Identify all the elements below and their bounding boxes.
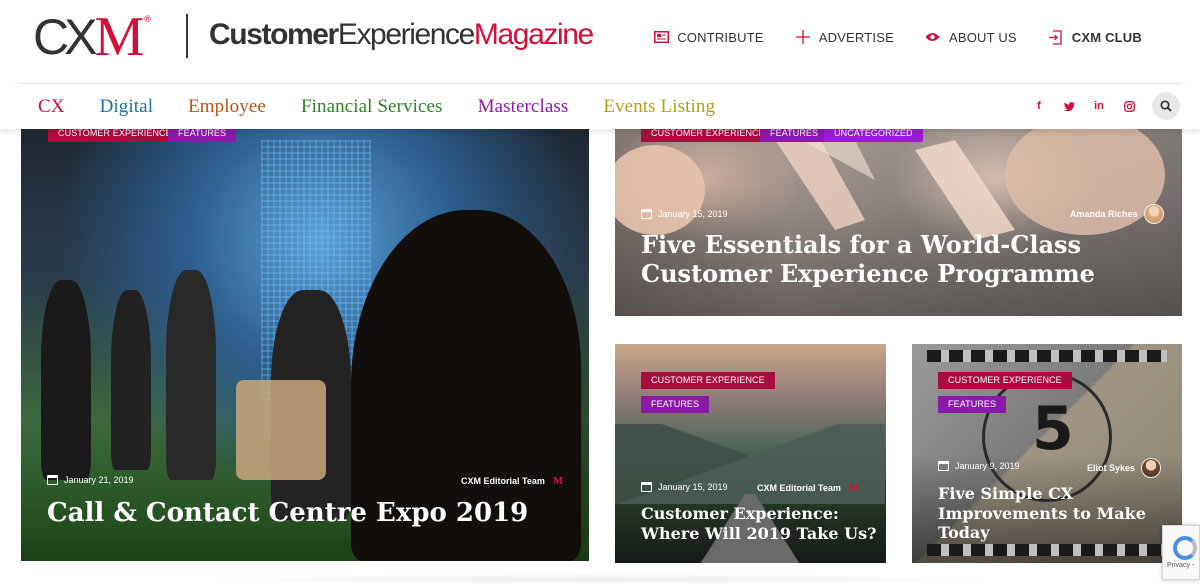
article-date: January 21, 2019 [47, 475, 134, 485]
article-title[interactable]: Customer Experience: Where Will 2019 Tak… [641, 504, 881, 543]
login-icon [1047, 28, 1065, 46]
page-bottom-shadow [190, 574, 1010, 585]
facebook-icon[interactable]: f [1024, 92, 1054, 120]
article-date: January 15, 2019 [641, 482, 728, 492]
calendar-icon [47, 475, 58, 485]
wordmark-magazine: Magazine [473, 18, 594, 51]
article-author[interactable]: Eliot Sykes [1087, 458, 1162, 478]
contribute-link[interactable]: CONTRIBUTE [652, 28, 764, 46]
logo-cx-text: CX [33, 9, 98, 65]
site-header: CX M ® CustomerExperienceMagazine CONTRI… [0, 0, 1200, 84]
recaptcha-badge[interactable]: Privacy - [1162, 525, 1200, 580]
search-button[interactable] [1152, 92, 1180, 120]
article-card-featured[interactable]: CUSTOMER EXPERIENCE FEATURES January 21,… [21, 120, 589, 561]
author-avatar-logo: M [552, 475, 564, 487]
advertise-label: ADVERTISE [818, 29, 894, 45]
main-navigation: CX Digital Employee Financial Services M… [0, 84, 1200, 129]
cxm-club-label: CXM CLUB [1071, 29, 1142, 45]
article-author[interactable]: CXM Editorial Team M [461, 475, 563, 487]
social-links: f in [1024, 92, 1180, 120]
tag-features[interactable]: FEATURES [641, 396, 710, 413]
calendar-icon [938, 461, 949, 471]
article-card-bottom-middle[interactable]: CUSTOMER EXPERIENCE FEATURES January 15,… [615, 344, 886, 563]
linkedin-icon[interactable]: in [1084, 92, 1114, 120]
recaptcha-icon [1173, 536, 1197, 560]
cxm-club-link[interactable]: CXM CLUB [1047, 28, 1142, 46]
author-name: Eliot Sykes [1087, 463, 1136, 473]
date-text: January 21, 2019 [64, 475, 134, 485]
date-text: January 9, 2019 [955, 461, 1020, 471]
cxm-logo[interactable]: CX M ® [33, 6, 151, 68]
wordmark-customer: Customer [209, 18, 339, 51]
about-us-link[interactable]: ABOUT US [924, 28, 1017, 46]
logo-m-text: M [94, 6, 145, 68]
article-title[interactable]: Call & Contact Centre Expo 2019 [47, 498, 567, 530]
author-name: Amanda Riches [1070, 209, 1138, 219]
tag-customer-experience[interactable]: CUSTOMER EXPERIENCE [641, 372, 775, 389]
search-icon [1160, 100, 1172, 112]
article-title[interactable]: Five Essentials for a World-Class Custom… [641, 230, 1161, 289]
tag-customer-experience[interactable]: CUSTOMER EXPERIENCE [938, 372, 1072, 389]
article-date: January 15, 2019 [641, 209, 728, 219]
nav-item-cx[interactable]: CX [38, 96, 65, 118]
newspaper-icon [652, 28, 670, 46]
nav-item-masterclass[interactable]: Masterclass [478, 96, 569, 118]
date-text: January 15, 2019 [658, 482, 728, 492]
instagram-icon[interactable] [1114, 92, 1144, 120]
advertise-link[interactable]: ADVERTISE [794, 28, 894, 46]
plus-icon [794, 28, 812, 46]
wordmark-experience: Experience [337, 18, 475, 51]
magazine-wordmark[interactable]: CustomerExperienceMagazine [209, 18, 594, 51]
article-author[interactable]: Amanda Riches [1070, 204, 1164, 224]
twitter-icon[interactable] [1054, 92, 1084, 120]
eye-icon [924, 28, 942, 46]
author-name: CXM Editorial Team [461, 476, 545, 486]
nav-item-employee[interactable]: Employee [188, 96, 266, 118]
author-name: CXM Editorial Team [757, 483, 841, 493]
calendar-icon [641, 209, 652, 219]
nav-item-financial-services[interactable]: Financial Services [301, 96, 443, 118]
calendar-icon [641, 482, 652, 492]
logo-divider [186, 14, 188, 58]
article-author[interactable]: CXM Editorial Team M [757, 482, 859, 494]
author-avatar [1141, 458, 1162, 478]
date-text: January 15, 2019 [658, 209, 728, 219]
about-us-label: ABOUT US [948, 29, 1017, 45]
article-image [21, 120, 589, 561]
nav-item-digital[interactable]: Digital [100, 96, 153, 118]
article-card-bottom-right[interactable]: 5 CUSTOMER EXPERIENCE FEATURES January 9… [912, 344, 1182, 563]
article-date: January 9, 2019 [938, 461, 1020, 471]
recaptcha-privacy-text: Privacy - [1167, 562, 1195, 569]
article-card-top-right[interactable]: CUSTOMER EXPERIENCE FEATURES UNCATEGORIZ… [615, 120, 1182, 316]
nav-item-events-listing[interactable]: Events Listing [603, 96, 715, 118]
logo-registered-mark: ® [144, 14, 151, 24]
author-avatar-logo: M [848, 482, 860, 494]
top-links: CONTRIBUTE ADVERTISE ABOUT US CXM CLUB [622, 28, 1142, 46]
author-avatar [1143, 204, 1164, 224]
tag-features[interactable]: FEATURES [938, 396, 1007, 413]
nav-menu: CX Digital Employee Financial Services M… [38, 96, 750, 118]
contribute-label: CONTRIBUTE [677, 29, 764, 45]
article-title[interactable]: Five Simple CX Improvements to Make Toda… [938, 484, 1168, 543]
